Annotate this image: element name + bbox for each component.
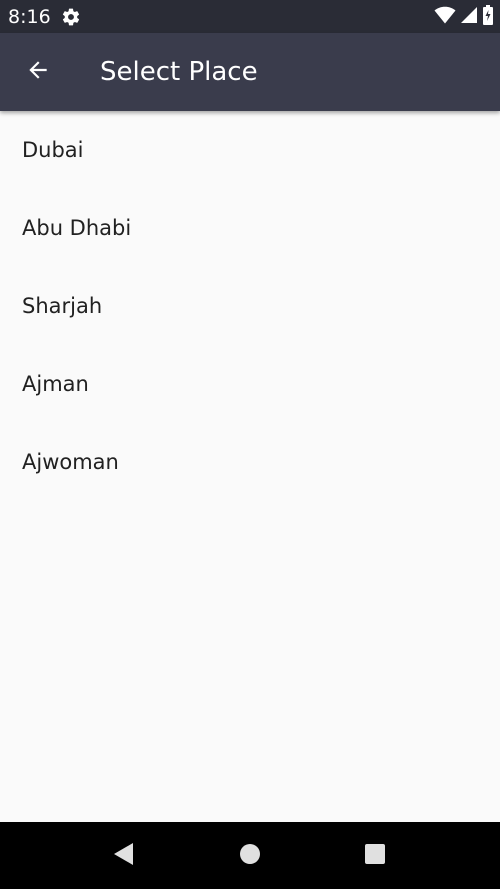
list-item-label: Abu Dhabi xyxy=(22,216,132,240)
cell-signal-icon xyxy=(460,6,478,28)
list-item-label: Ajwoman xyxy=(22,450,119,474)
screen: 8:16 Select Place Dubai Abu Dhabi Sharja… xyxy=(0,0,500,889)
list-item-dubai[interactable]: Dubai xyxy=(0,111,500,189)
battery-icon xyxy=(482,5,494,29)
place-list: Dubai Abu Dhabi Sharjah Ajman Ajwoman xyxy=(0,111,500,501)
nav-home-icon xyxy=(239,843,261,869)
nav-home-button[interactable] xyxy=(236,842,264,870)
app-bar: Select Place xyxy=(0,33,500,111)
system-nav-bar xyxy=(0,822,500,889)
list-item-label: Ajman xyxy=(22,372,89,396)
status-icons xyxy=(434,5,494,29)
list-item-ajwoman[interactable]: Ajwoman xyxy=(0,423,500,501)
gear-icon xyxy=(61,7,81,27)
list-item-sharjah[interactable]: Sharjah xyxy=(0,267,500,345)
wifi-icon xyxy=(434,6,456,28)
nav-recents-button[interactable] xyxy=(361,842,389,870)
nav-back-button[interactable] xyxy=(110,842,138,870)
list-item-abu-dhabi[interactable]: Abu Dhabi xyxy=(0,189,500,267)
status-time: 8:16 xyxy=(8,6,51,28)
back-button[interactable] xyxy=(20,54,56,90)
page-title: Select Place xyxy=(100,57,258,87)
nav-recents-icon xyxy=(364,843,386,869)
list-item-label: Dubai xyxy=(22,138,84,162)
status-bar: 8:16 xyxy=(0,0,500,33)
back-arrow-icon xyxy=(25,57,51,87)
list-item-label: Sharjah xyxy=(22,294,103,318)
list-item-ajman[interactable]: Ajman xyxy=(0,345,500,423)
nav-back-icon xyxy=(113,842,135,870)
